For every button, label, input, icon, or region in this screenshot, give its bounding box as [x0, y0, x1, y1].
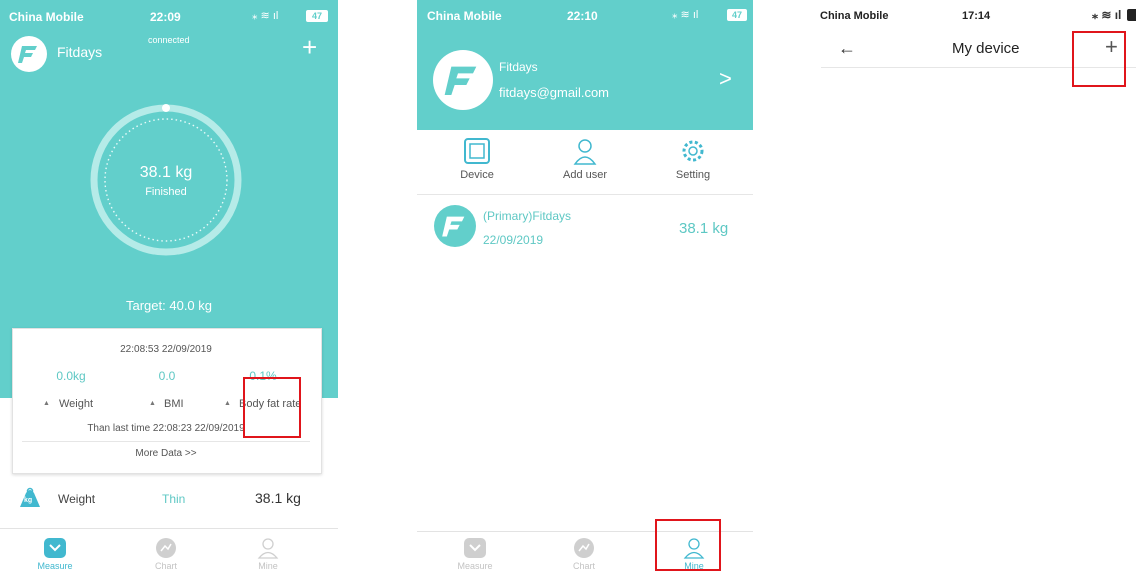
- signal-icon: ⁎ ≋ ıl: [672, 9, 699, 21]
- tab-chart[interactable]: Chart: [136, 537, 196, 571]
- weight-row-value: 38.1 kg: [255, 490, 301, 506]
- highlight-box: [655, 519, 721, 571]
- stat-weight-value: 0.0kg: [56, 369, 86, 383]
- page-title: My device: [952, 40, 1020, 57]
- stat-bmi-value: 0.0: [158, 369, 176, 383]
- triangle-up-icon: ▲: [224, 400, 231, 407]
- stat-bmi-label: BMI: [164, 398, 184, 410]
- highlight-box: [1072, 31, 1126, 87]
- kg-scale-icon: kg: [18, 487, 42, 509]
- user-avatar: [434, 205, 476, 247]
- back-arrow-icon[interactable]: ←: [838, 38, 856, 59]
- battery-icon: [1127, 9, 1136, 21]
- user-name: (Primary)Fitdays: [483, 209, 572, 223]
- measure-screen: China Mobile 22:09 ⁎ ≋ ıl 47 Fitdays con…: [0, 0, 338, 575]
- status-time: 22:10: [567, 9, 598, 23]
- battery-icon: 47: [727, 9, 747, 21]
- app-name: Fitdays: [57, 44, 103, 60]
- user-icon: [257, 538, 279, 559]
- ring-weight: 38.1 kg: [139, 164, 193, 181]
- profile-avatar: [433, 50, 493, 110]
- user-weight: 38.1 kg: [679, 220, 729, 237]
- action-setting[interactable]: Setting: [663, 137, 723, 183]
- add-user-icon: [573, 139, 597, 165]
- weight-row-label: Weight: [58, 492, 96, 506]
- signal-icon: ⁎ ≋ ıl: [1092, 8, 1122, 22]
- profile-name: Fitdays: [499, 60, 538, 74]
- mine-screen: China Mobile 22:10 ⁎ ≋ ıl 47 Fitdays fit…: [417, 0, 753, 575]
- device-icon: [464, 138, 490, 164]
- my-device-screen: China Mobile 17:14 ⁎ ≋ ıl ← My device +: [816, 0, 1136, 575]
- card-timestamp: 22:08:53 22/09/2019: [120, 344, 212, 355]
- ring-state: Finished: [145, 186, 187, 198]
- target-weight: Target: 40.0 kg: [126, 298, 212, 313]
- status-time: 17:14: [962, 10, 991, 22]
- status-time: 22:09: [150, 10, 181, 24]
- triangle-up-icon: ▲: [43, 400, 50, 407]
- action-add-user[interactable]: Add user: [555, 137, 615, 183]
- connection-status: connected: [148, 35, 190, 45]
- tabbar-divider: [0, 528, 338, 529]
- add-device-button[interactable]: +: [302, 34, 317, 60]
- tab-measure[interactable]: Measure: [445, 537, 505, 571]
- status-carrier: China Mobile: [427, 9, 502, 23]
- scale-icon: [44, 538, 66, 558]
- stat-weight-label: Weight: [59, 398, 94, 410]
- action-device[interactable]: Device: [447, 137, 507, 183]
- card-divider: [22, 441, 310, 442]
- tab-mine[interactable]: Mine: [238, 537, 298, 571]
- chart-icon: [574, 538, 594, 558]
- gear-icon: [682, 140, 704, 162]
- chart-icon: [156, 538, 176, 558]
- signal-icon: ⁎ ≋ ıl: [252, 10, 279, 22]
- battery-icon: 47: [306, 10, 328, 22]
- weight-row-status: Thin: [162, 492, 186, 506]
- status-carrier: China Mobile: [820, 10, 889, 22]
- tab-chart[interactable]: Chart: [554, 537, 614, 571]
- profile-email: fitdays@gmail.com: [499, 85, 610, 100]
- triangle-up-icon: ▲: [149, 400, 156, 407]
- action-divider: [417, 194, 753, 195]
- highlight-box: [243, 377, 301, 438]
- chevron-right-icon[interactable]: >: [719, 66, 732, 92]
- status-carrier: China Mobile: [9, 10, 84, 24]
- more-data-link[interactable]: More Data >>: [12, 448, 320, 459]
- fitdays-logo: [11, 36, 47, 72]
- scale-icon: [464, 538, 486, 558]
- tab-measure[interactable]: Measure: [25, 537, 85, 571]
- user-date: 22/09/2019: [483, 233, 544, 247]
